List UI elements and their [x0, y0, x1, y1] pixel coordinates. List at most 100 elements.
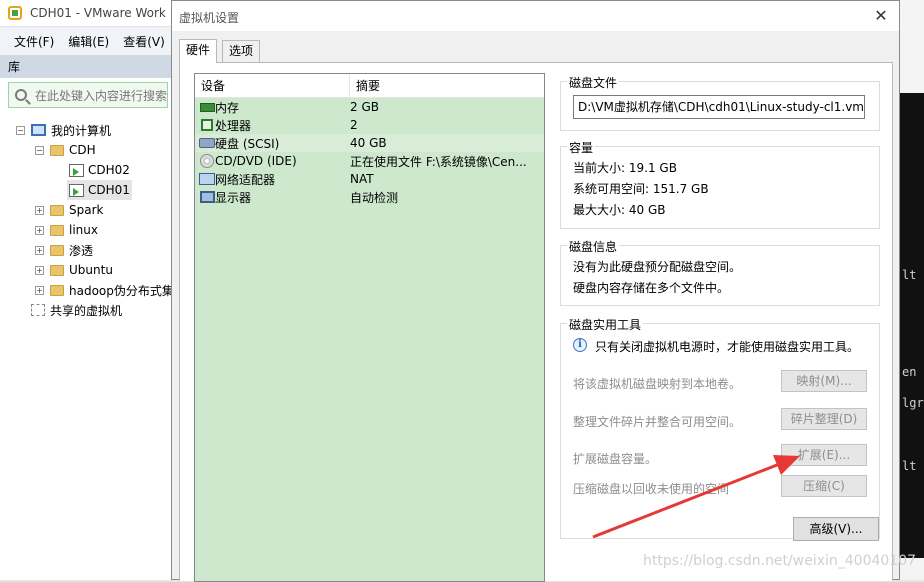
- console-text: lgro: [902, 396, 924, 410]
- folder-icon: [50, 284, 64, 296]
- device-row-network-adapter[interactable]: 网络适配器 NAT: [195, 170, 544, 188]
- expand-icon[interactable]: +: [35, 265, 44, 275]
- tree-item-my-computer[interactable]: − 我的计算机: [16, 120, 111, 140]
- memory-icon: [199, 102, 215, 112]
- device-summary: 自动检测: [350, 190, 399, 205]
- dialog-title: 虚拟机设置: [179, 11, 240, 25]
- shared-vm-icon: [31, 304, 45, 316]
- available-space-text: 系统可用空间: 151.7 GB: [573, 182, 709, 196]
- tree-item-ubuntu[interactable]: + Ubuntu: [35, 260, 113, 280]
- group-legend: 磁盘信息: [567, 238, 620, 255]
- device-row-cd-dvd[interactable]: CD/DVD (IDE) 正在使用文件 F:\系统镜像\Cen...: [195, 152, 544, 170]
- library-search-input[interactable]: 在此处键入内容进行搜索: [8, 82, 168, 108]
- folder-icon: [50, 204, 64, 216]
- computer-icon: [31, 124, 46, 136]
- device-summary: 2: [350, 118, 358, 132]
- column-header-device[interactable]: 设备: [195, 74, 350, 98]
- device-row-hard-disk[interactable]: 硬盘 (SCSI) 40 GB: [195, 134, 544, 152]
- group-legend: 容量: [567, 139, 596, 156]
- collapse-icon[interactable]: −: [16, 125, 25, 135]
- map-button[interactable]: 映射(M)...: [781, 370, 867, 392]
- device-list-header: 设备 摘要: [195, 74, 544, 98]
- vmware-menubar: 文件(F) 编辑(E) 查看(V): [0, 26, 174, 56]
- tree-label: CDH01: [88, 183, 130, 197]
- tree-item-spark[interactable]: + Spark: [35, 200, 103, 220]
- dialog-titlebar: 虚拟机设置 ✕: [172, 1, 899, 31]
- search-placeholder: 在此处键入内容进行搜索: [35, 88, 168, 103]
- expand-icon[interactable]: +: [35, 205, 44, 215]
- defrag-description: 整理文件碎片并整合可用空间。: [573, 415, 742, 429]
- collapse-icon[interactable]: −: [35, 145, 44, 155]
- disk-utilities-group: 磁盘实用工具 i 只有关闭虚拟机电源时，才能使用磁盘实用工具。 将该虚拟机磁盘映…: [560, 316, 880, 539]
- close-icon[interactable]: ✕: [869, 4, 893, 28]
- map-description: 将该虚拟机磁盘映射到本地卷。: [573, 377, 742, 391]
- expand-icon[interactable]: +: [35, 245, 44, 255]
- cd-dvd-icon: [200, 154, 214, 168]
- search-icon: [15, 89, 27, 101]
- tree-item-shared-vms[interactable]: 共享的虚拟机: [31, 300, 122, 320]
- info-icon: i: [573, 338, 587, 352]
- vmware-titlebar: CDH01 - VMware Work: [0, 0, 174, 26]
- device-row-memory[interactable]: 内存 2 GB: [195, 98, 544, 116]
- vmware-app-icon: [8, 6, 22, 20]
- disk-info-line: 没有为此硬盘预分配磁盘空间。: [573, 260, 742, 274]
- device-name: CD/DVD (IDE): [215, 154, 297, 168]
- device-name: 网络适配器: [215, 172, 276, 187]
- compact-button[interactable]: 压缩(C): [781, 475, 867, 497]
- tree-label: CDH02: [88, 163, 130, 177]
- tree-label: 共享的虚拟机: [50, 303, 123, 318]
- advanced-button[interactable]: 高级(V)...: [793, 517, 879, 541]
- tree-item-cdh[interactable]: − CDH: [35, 140, 96, 160]
- folder-icon: [50, 264, 64, 276]
- device-summary: 正在使用文件 F:\系统镜像\Cen...: [350, 154, 527, 169]
- vm-settings-dialog: 虚拟机设置 ✕ 硬件 选项 设备 摘要 内存 2 GB 处理器 2 硬盘 (SC…: [171, 0, 900, 582]
- group-legend: 磁盘文件: [567, 74, 620, 91]
- defragment-button[interactable]: 碎片整理(D): [781, 408, 867, 430]
- tab-hardware[interactable]: 硬件: [179, 39, 218, 63]
- tree-label: 我的计算机: [51, 123, 112, 138]
- expand-description: 扩展磁盘容量。: [573, 452, 658, 466]
- disk-file-path-field[interactable]: D:\VM虚拟机存储\CDH\cdh01\Linux-study-cl1.vmd…: [573, 95, 865, 119]
- expand-icon[interactable]: +: [35, 225, 44, 235]
- tree-label: Spark: [69, 203, 104, 217]
- max-size-text: 最大大小: 40 GB: [573, 203, 666, 217]
- device-row-processor[interactable]: 处理器 2: [195, 116, 544, 134]
- hardware-tab-panel: 设备 摘要 内存 2 GB 处理器 2 硬盘 (SCSI) 40 GB CD/D…: [179, 62, 893, 582]
- device-summary: 2 GB: [350, 100, 379, 114]
- tree-item-cdh01[interactable]: CDH01: [67, 180, 132, 200]
- compact-description: 压缩磁盘以回收未使用的空间: [573, 482, 730, 496]
- disk-file-group: 磁盘文件 D:\VM虚拟机存储\CDH\cdh01\Linux-study-cl…: [560, 74, 880, 131]
- vmware-window-title: CDH01 - VMware Work: [30, 6, 166, 20]
- column-header-summary[interactable]: 摘要: [350, 74, 544, 98]
- device-list[interactable]: 设备 摘要 内存 2 GB 处理器 2 硬盘 (SCSI) 40 GB CD/D…: [194, 73, 545, 582]
- tree-label: 渗透: [69, 243, 94, 258]
- network-adapter-icon: [199, 173, 215, 185]
- console-text: lt c: [902, 268, 924, 282]
- hard-disk-icon: [199, 138, 215, 148]
- device-row-display[interactable]: 显示器 自动检测: [195, 188, 544, 206]
- virtual-machine-icon: [69, 183, 84, 197]
- virtual-machine-icon: [69, 163, 84, 177]
- menu-file[interactable]: 文件(F): [14, 33, 54, 50]
- disk-info-group: 磁盘信息 没有为此硬盘预分配磁盘空间。 硬盘内容存储在多个文件中。: [560, 238, 880, 306]
- capacity-group: 容量 当前大小: 19.1 GB 系统可用空间: 151.7 GB 最大大小: …: [560, 139, 880, 229]
- tree-item-hadoop[interactable]: + hadoop伪分布式集: [35, 280, 174, 300]
- menu-edit[interactable]: 编辑(E): [68, 33, 109, 50]
- device-summary: 40 GB: [350, 136, 387, 150]
- folder-icon: [50, 144, 64, 156]
- tree-item-cdh02[interactable]: CDH02: [69, 160, 130, 180]
- menu-view[interactable]: 查看(V): [123, 33, 165, 50]
- tree-item-pentest[interactable]: + 渗透: [35, 240, 93, 260]
- disk-info-line: 硬盘内容存储在多个文件中。: [573, 281, 730, 295]
- tree-label: hadoop伪分布式集: [69, 283, 174, 298]
- vm-console: lt c en lgro lt c: [900, 93, 924, 558]
- console-text: en: [902, 365, 917, 379]
- library-header: 库: [0, 56, 174, 78]
- group-legend: 磁盘实用工具: [567, 316, 644, 333]
- utilities-notice: 只有关闭虚拟机电源时，才能使用磁盘实用工具。: [595, 340, 860, 354]
- tab-options[interactable]: 选项: [222, 40, 261, 62]
- device-name: 硬盘 (SCSI): [215, 136, 280, 151]
- tree-item-linux[interactable]: + linux: [35, 220, 98, 240]
- expand-button[interactable]: 扩展(E)...: [781, 444, 867, 466]
- expand-icon[interactable]: +: [35, 285, 44, 295]
